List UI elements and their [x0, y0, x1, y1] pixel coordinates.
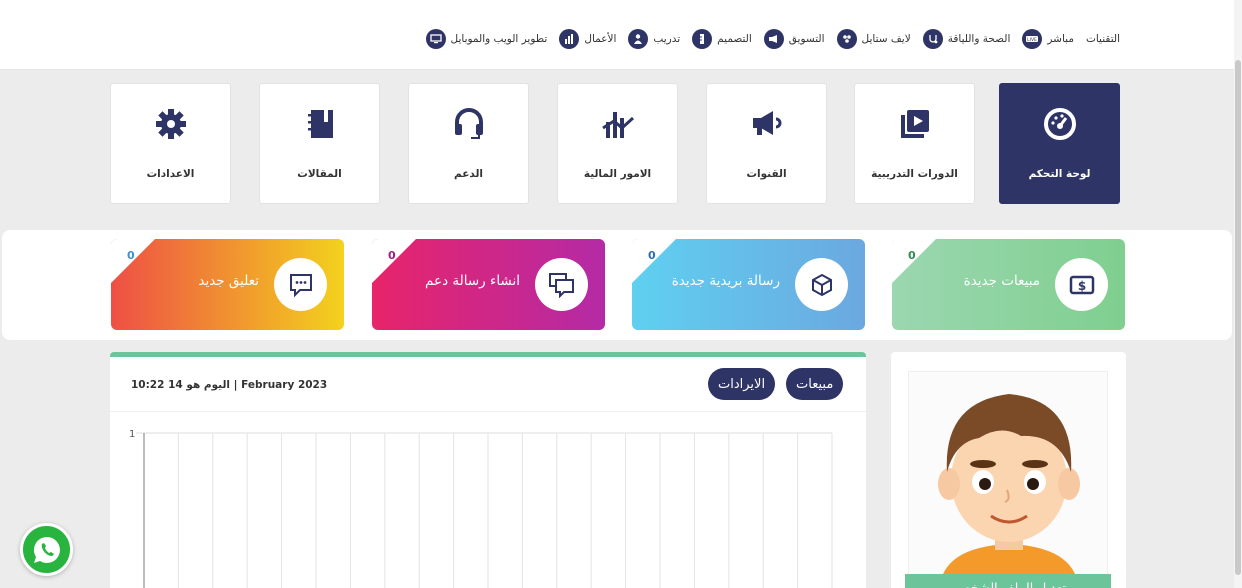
tile-label: لوحة التحكم: [1028, 168, 1091, 180]
category-label: التصميم: [717, 33, 752, 45]
category-nav: تطوير الويب والموبايل الأعمال تدريب التص…: [425, 29, 1120, 49]
y-tick-label: 1: [129, 429, 135, 440]
ruler-icon: [692, 29, 713, 49]
category-business[interactable]: الأعمال: [559, 29, 616, 49]
category-label: التقنيات: [1085, 33, 1120, 45]
category-lifestyle[interactable]: لايف ستايل: [836, 29, 911, 49]
dashboard-gauge-icon: [1042, 106, 1078, 142]
card-new-sales[interactable]: 0 مبيعات جديدة $: [892, 239, 1125, 330]
category-label: لايف ستايل: [861, 33, 911, 45]
live-icon: LIVE: [1022, 29, 1043, 49]
category-label: الأعمال: [584, 33, 617, 45]
tile-channels[interactable]: القنوات: [706, 83, 827, 204]
notebook-icon: [302, 106, 338, 142]
megaphone-icon: [763, 29, 784, 49]
chart-grid: [136, 432, 833, 588]
card-label: انشاء رسالة دعم: [425, 273, 520, 289]
card-count: 0: [127, 249, 135, 262]
scrollbar-thumb[interactable]: [1235, 60, 1241, 575]
monitor-icon: [425, 29, 446, 49]
category-design[interactable]: التصميم: [692, 29, 752, 49]
money-icon: $: [1055, 258, 1108, 311]
category-web-mobile[interactable]: تطوير الويب والموبايل: [425, 29, 548, 49]
sales-chart-panel: اليوم هو 14 10:22 | February 2023 الايرا…: [110, 352, 866, 588]
category-label: الصحة واللياقة: [947, 33, 1011, 45]
card-count: 0: [908, 249, 916, 262]
tile-label: الامور المالية: [583, 168, 652, 180]
card-label: مبيعات جديدة: [963, 273, 1040, 289]
category-label: تطوير الويب والموبايل: [450, 33, 548, 45]
category-live[interactable]: LIVE مباشر: [1022, 29, 1074, 49]
bar-chart-icon: [559, 29, 580, 49]
people-icon: [628, 29, 649, 49]
video-courses-icon: [897, 106, 933, 142]
category-tech[interactable]: التقنيات: [1086, 33, 1120, 45]
stethoscope-icon: [922, 29, 943, 49]
tile-finance[interactable]: الامور المالية: [557, 83, 678, 204]
tile-label: القنوات: [746, 168, 787, 180]
svg-text:$: $: [1077, 279, 1085, 293]
category-label: التسويق: [788, 33, 825, 45]
tile-articles[interactable]: المقالات: [259, 83, 380, 204]
category-label: تدريب: [653, 33, 681, 45]
edit-profile-button[interactable]: تعديل الملف الشخصي: [905, 574, 1111, 588]
tile-settings[interactable]: الاعدادات: [110, 83, 231, 204]
card-new-comment[interactable]: 0 تعليق جديد: [111, 239, 344, 330]
category-bar: تطوير الويب والموبايل الأعمال تدريب التص…: [0, 0, 1234, 70]
tile-support[interactable]: الدعم: [408, 83, 529, 204]
category-label: مباشر: [1047, 33, 1074, 45]
card-new-mail[interactable]: 0 رسالة بريدية جديدة: [632, 239, 865, 330]
tab-revenue[interactable]: الايرادات: [708, 368, 776, 400]
whatsapp-button[interactable]: [20, 523, 73, 576]
package-icon: [795, 258, 848, 311]
chat-bubbles-icon: [535, 258, 588, 311]
tile-label: المقالات: [297, 168, 342, 180]
tile-courses[interactable]: الدورات التدريبية: [854, 83, 975, 204]
card-count: 0: [388, 249, 396, 262]
gear-icon: [153, 106, 189, 142]
tile-label: الدعم: [453, 168, 483, 180]
card-count: 0: [648, 249, 656, 262]
headset-icon: [451, 106, 487, 142]
svg-text:LIVE: LIVE: [1027, 37, 1037, 43]
group-icon: [836, 29, 857, 49]
tab-sales[interactable]: مبيعات: [786, 368, 844, 400]
avatar: [908, 371, 1108, 588]
card-support-message[interactable]: 0 انشاء رسالة دعم: [372, 239, 605, 330]
sales-chart: 1: [129, 429, 833, 588]
tile-label: الاعدادات: [146, 168, 195, 180]
tile-dashboard[interactable]: لوحة التحكم: [999, 83, 1120, 204]
panel-header: اليوم هو 14 10:22 | February 2023 الايرا…: [110, 357, 866, 412]
card-label: رسالة بريدية جديدة: [671, 273, 780, 289]
tile-label: الدورات التدريبية: [871, 168, 958, 180]
megaphone-icon: [749, 106, 785, 142]
profile-card: تعديل الملف الشخصي: [891, 352, 1126, 588]
current-date: اليوم هو 14 10:22 | February 2023: [131, 379, 328, 391]
category-training[interactable]: تدريب: [628, 29, 680, 49]
comment-dots-icon: [274, 258, 327, 311]
scrollbar[interactable]: [1234, 0, 1242, 588]
whatsapp-icon: [33, 536, 60, 563]
category-marketing[interactable]: التسويق: [763, 29, 825, 49]
finance-chart-icon: [600, 106, 636, 142]
category-health[interactable]: الصحة واللياقة: [922, 29, 1011, 49]
card-label: تعليق جديد: [198, 273, 259, 289]
